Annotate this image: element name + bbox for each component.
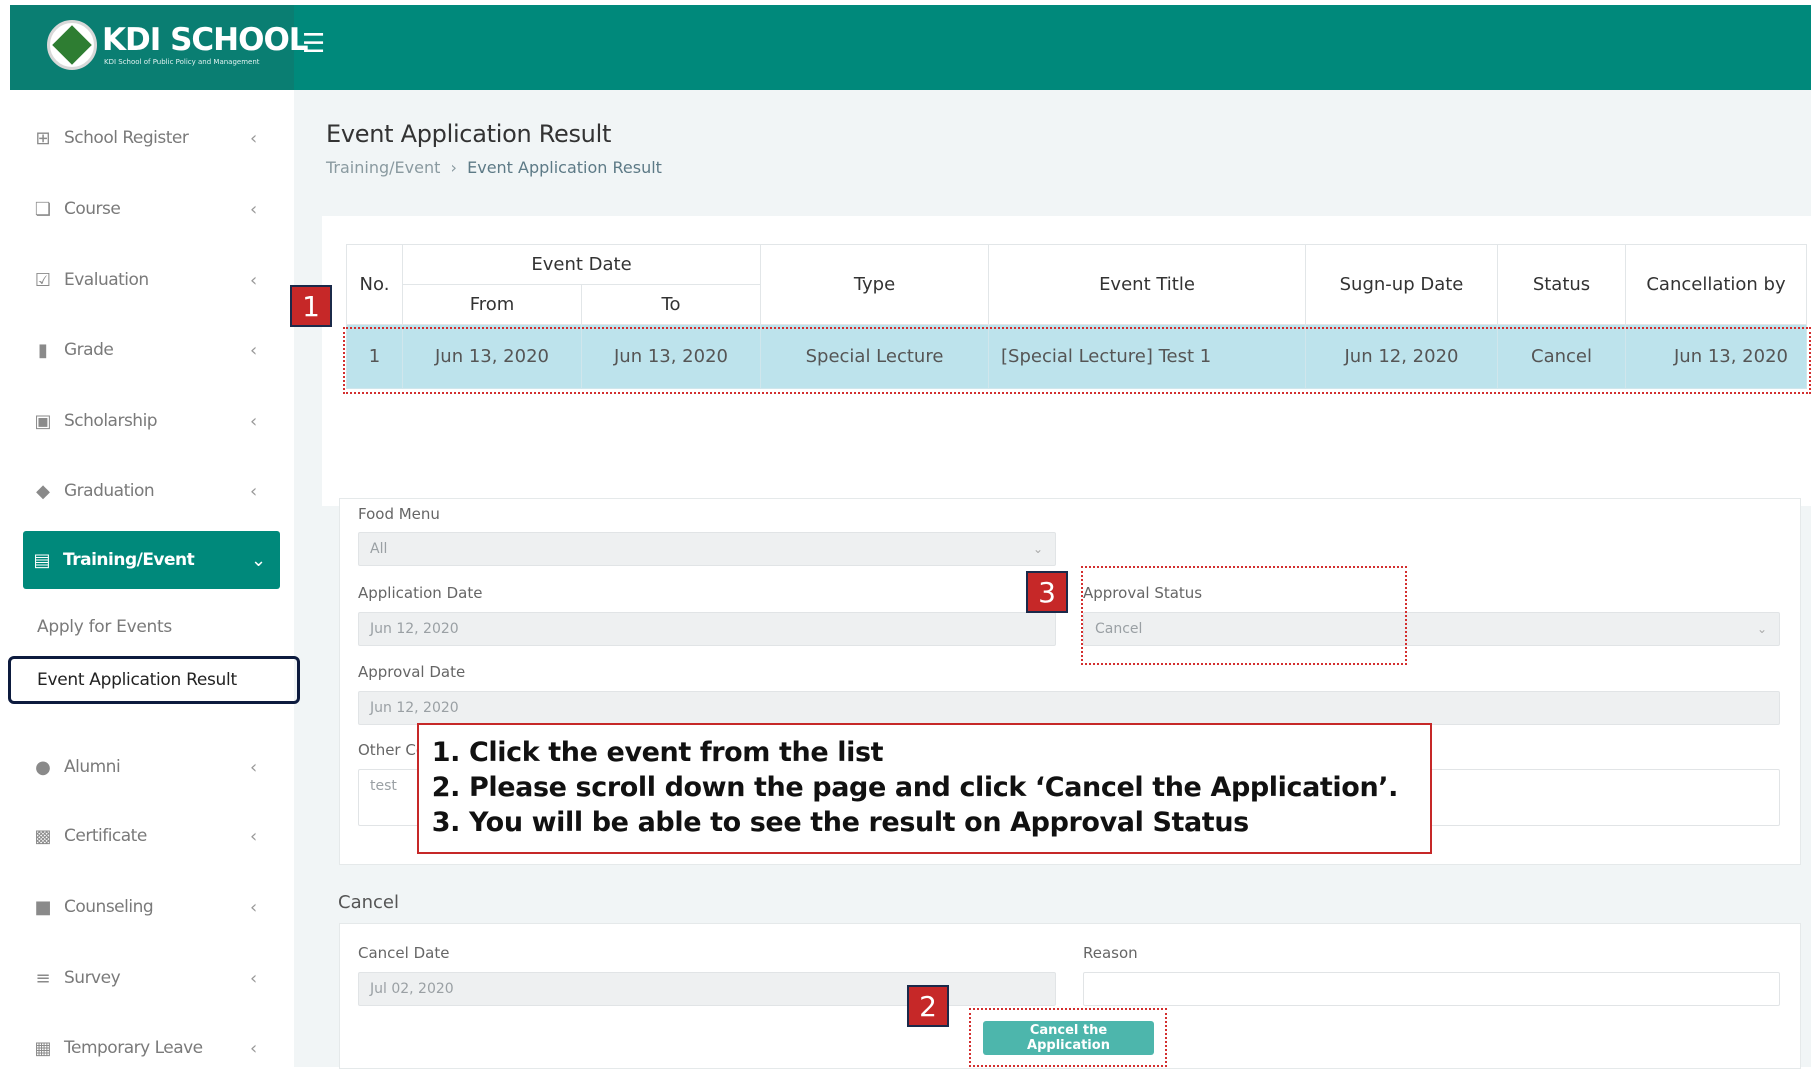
col-header-event-title[interactable]: Event Title xyxy=(988,244,1306,325)
highlight-cancel-button xyxy=(969,1008,1167,1067)
calendar-icon: ▦ xyxy=(34,1037,52,1059)
step-marker-1: 1 xyxy=(290,285,332,327)
col-header-type[interactable]: Type xyxy=(760,244,989,325)
people-icon: ● xyxy=(35,756,51,778)
food-menu-value: All xyxy=(370,541,388,557)
chevron-left-icon: ‹ xyxy=(250,825,258,847)
sidebar-item-evaluation[interactable]: ☑ Evaluation ‹ xyxy=(10,260,294,300)
hamburger-menu-icon[interactable]: ☰ xyxy=(302,29,325,59)
chevron-left-icon: ‹ xyxy=(250,480,258,502)
chevron-left-icon: ‹ xyxy=(250,756,258,778)
bar-chart-icon: ▮ xyxy=(38,339,48,361)
sidebar-item-label: Certificate xyxy=(64,826,147,846)
highlight-approval-status xyxy=(1081,566,1407,665)
sidebar-item-label: Counseling xyxy=(64,897,154,917)
col-header-to[interactable]: To xyxy=(581,284,761,325)
col-header-no: No. xyxy=(346,244,403,325)
highlight-table-row xyxy=(343,327,1811,394)
col-header-signup-date[interactable]: Sugn-up Date xyxy=(1305,244,1498,325)
breadcrumb-current: Event Application Result xyxy=(467,158,662,177)
breadcrumb-item[interactable]: Training/Event xyxy=(326,158,440,177)
instruction-step: You will be able to see the result on Ap… xyxy=(469,805,1430,840)
book-icon: ▣ xyxy=(34,410,52,432)
sidebar-item-training-event[interactable]: ▤ Training/Event ⌄ xyxy=(23,531,280,589)
copy-icon: ❏ xyxy=(34,198,52,220)
step-marker-2: 2 xyxy=(907,985,949,1027)
list-check-icon: ≡ xyxy=(35,967,51,989)
sidebar-item-label: Survey xyxy=(64,968,121,988)
sidebar-item-school-register[interactable]: ⊞ School Register ‹ xyxy=(10,118,294,158)
col-header-status[interactable]: Status xyxy=(1497,244,1626,325)
presentation-icon: ▤ xyxy=(33,549,51,571)
sidebar-item-counseling[interactable]: ■ Counseling ‹ xyxy=(10,887,294,927)
food-menu-label: Food Menu xyxy=(358,505,440,523)
breadcrumb: Training/Event › Event Application Resul… xyxy=(326,158,662,177)
sidebar-subitem-event-application-result[interactable]: Event Application Result xyxy=(8,656,300,704)
sidebar-item-label: Evaluation xyxy=(64,270,149,290)
graduation-cap-icon: ◆ xyxy=(36,480,50,502)
chevron-down-icon: ⌄ xyxy=(1032,542,1043,556)
cancel-section-title: Cancel xyxy=(338,892,399,913)
sidebar-item-scholarship[interactable]: ▣ Scholarship ‹ xyxy=(10,401,294,441)
approval-date-value: Jun 12, 2020 xyxy=(370,700,459,716)
cancel-date-field[interactable]: Jul 02, 2020 xyxy=(358,972,1056,1006)
coffee-icon: ■ xyxy=(34,896,52,918)
other-comments-label: Other Co xyxy=(358,741,426,759)
chevron-down-icon: ⌄ xyxy=(251,549,267,571)
cancel-date-value: Jul 02, 2020 xyxy=(370,981,454,997)
sidebar-item-course[interactable]: ❏ Course ‹ xyxy=(10,189,294,229)
chevron-left-icon: ‹ xyxy=(250,410,258,432)
step-marker-3: 3 xyxy=(1026,571,1068,613)
sidebar-item-alumni[interactable]: ● Alumni ‹ xyxy=(10,747,294,787)
sidebar-item-survey[interactable]: ≡ Survey ‹ xyxy=(10,958,294,998)
grid-icon: ⊞ xyxy=(35,127,51,149)
col-header-cancellation-by[interactable]: Cancellation by xyxy=(1625,244,1807,325)
sidebar-item-label: Scholarship xyxy=(64,411,158,431)
chevron-left-icon: ‹ xyxy=(250,269,258,291)
approval-date-field[interactable]: Jun 12, 2020 xyxy=(358,691,1780,725)
sidebar-item-label: School Register xyxy=(64,128,189,148)
reason-input[interactable] xyxy=(1083,972,1780,1006)
breadcrumb-separator-icon: › xyxy=(445,158,468,177)
sidebar-item-label: Temporary Leave xyxy=(64,1038,203,1058)
sidebar-item-label: Alumni xyxy=(64,757,121,777)
reason-label: Reason xyxy=(1083,944,1138,962)
sidebar-item-label: Course xyxy=(64,199,121,219)
sidebar-item-label: Graduation xyxy=(64,481,155,501)
chevron-left-icon: ‹ xyxy=(250,967,258,989)
other-comments-value: test xyxy=(370,778,397,794)
checkbox-icon: ☑ xyxy=(34,269,52,291)
certificate-icon: ▩ xyxy=(34,825,52,847)
col-header-from[interactable]: From xyxy=(402,284,582,325)
sidebar-item-grade[interactable]: ▮ Grade ‹ xyxy=(10,330,294,370)
sidebar-subitem-apply-events[interactable]: Apply for Events xyxy=(37,617,172,637)
instructions-callout: Click the event from the list Please scr… xyxy=(417,723,1432,854)
application-date-value: Jun 12, 2020 xyxy=(370,621,459,637)
instruction-step: Click the event from the list xyxy=(469,735,1430,770)
approval-date-label: Approval Date xyxy=(358,663,466,681)
application-date-field[interactable]: Jun 12, 2020 xyxy=(358,612,1056,646)
brand-name: KDI SCHOOL xyxy=(102,22,309,58)
sidebar-item-graduation[interactable]: ◆ Graduation ‹ xyxy=(10,471,294,511)
food-menu-select[interactable]: All ⌄ xyxy=(358,532,1056,566)
page-title: Event Application Result xyxy=(326,120,612,148)
instruction-step: Please scroll down the page and click ‘C… xyxy=(469,770,1430,805)
chevron-left-icon: ‹ xyxy=(250,198,258,220)
sidebar-subitem-label: Event Application Result xyxy=(37,670,237,690)
brand-subtitle: KDI School of Public Policy and Manageme… xyxy=(104,58,260,66)
chevron-left-icon: ‹ xyxy=(250,1037,258,1059)
chevron-down-icon: ⌄ xyxy=(1756,622,1767,636)
col-header-event-date: Event Date xyxy=(402,244,761,285)
cancel-date-label: Cancel Date xyxy=(358,944,450,962)
sidebar-item-temporary-leave[interactable]: ▦ Temporary Leave ‹ xyxy=(10,1028,294,1068)
chevron-left-icon: ‹ xyxy=(250,339,258,361)
chevron-left-icon: ‹ xyxy=(250,127,258,149)
sidebar-item-label: Training/Event xyxy=(63,550,195,570)
sidebar-item-certificate[interactable]: ▩ Certificate ‹ xyxy=(10,816,294,856)
chevron-left-icon: ‹ xyxy=(250,896,258,918)
sidebar-item-label: Grade xyxy=(64,340,114,360)
application-date-label: Application Date xyxy=(358,584,483,602)
